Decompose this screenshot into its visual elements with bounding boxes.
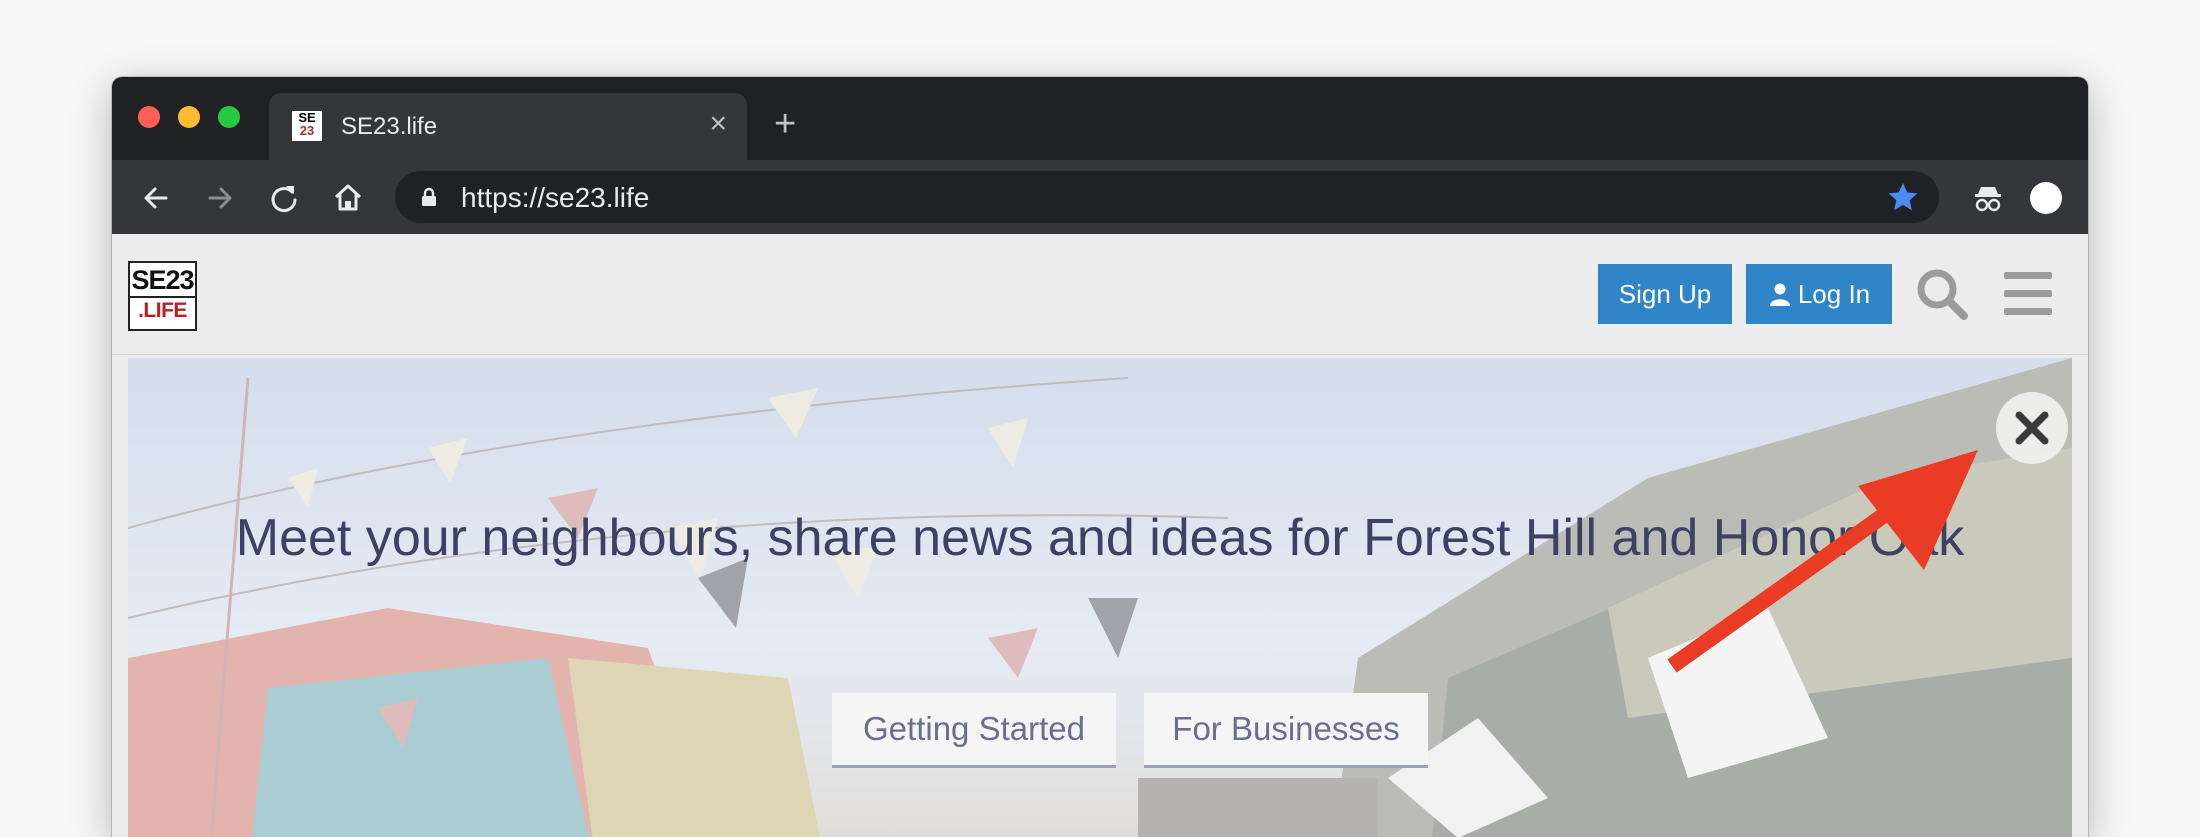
site-favicon-icon: SE 23 [291,110,323,142]
tab-close-icon[interactable]: × [709,109,727,139]
maximize-window-button[interactable] [218,106,240,128]
minimize-window-button[interactable] [178,106,200,128]
close-window-button[interactable] [138,106,160,128]
reload-icon[interactable] [264,178,304,218]
url-text: https://se23.life [461,182,650,213]
sign-up-label: Sign Up [1618,279,1712,309]
browser-toolbar: https://se23.life [112,160,2088,234]
home-icon[interactable] [328,178,368,218]
browser-window: SE 23 SE23.life × + https://se23.life SE… [112,77,2088,837]
close-icon [2015,411,2049,445]
profile-icon[interactable] [2030,182,2062,214]
tab-bar: SE 23 SE23.life × + [112,77,2088,160]
tab-title: SE23.life [341,113,438,140]
back-icon[interactable] [136,178,176,218]
getting-started-button[interactable]: Getting Started [832,693,1116,768]
hamburger-menu-icon[interactable] [2000,266,2056,322]
site-header: SE23 .LIFE Sign Up Log In [112,234,2088,355]
welcome-banner: Meet your neighbours, share news and ide… [128,358,2072,837]
logo-line-1: SE23 [131,265,194,295]
favicon-text-bottom: 23 [299,123,315,138]
banner-close-button[interactable] [1996,392,2068,464]
for-businesses-button[interactable]: For Businesses [1144,693,1428,768]
logo-line-2: .LIFE [130,296,195,324]
banner-title: Meet your neighbours, share news and ide… [235,509,1965,567]
user-icon [1769,283,1790,306]
forward-icon[interactable] [200,178,240,218]
log-in-button[interactable]: Log In [1746,264,1892,324]
sign-up-button[interactable]: Sign Up [1598,264,1732,324]
star-icon[interactable] [1885,179,1921,215]
site-logo[interactable]: SE23 .LIFE [128,261,197,331]
browser-tab[interactable]: SE 23 SE23.life × [269,93,747,160]
search-icon[interactable] [1914,266,1970,322]
address-bar[interactable]: https://se23.life [395,171,1939,223]
lock-icon [422,187,436,206]
log-in-label: Log In [1797,279,1871,309]
new-tab-button[interactable]: + [774,105,796,143]
incognito-extension-icon[interactable] [1970,180,2006,216]
